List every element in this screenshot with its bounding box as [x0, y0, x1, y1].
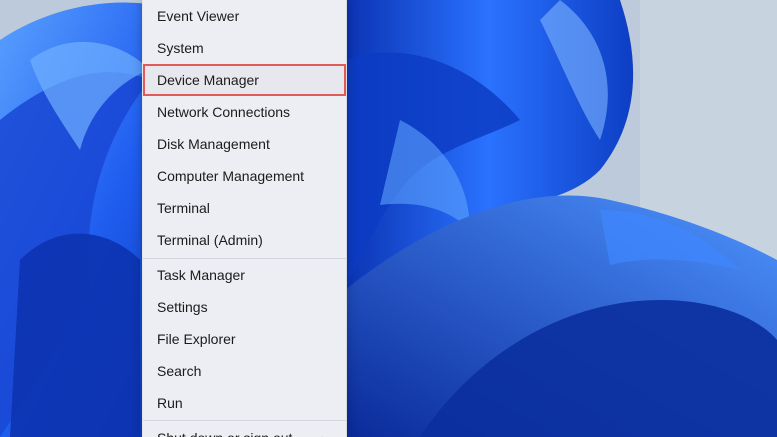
- menu-item-label: System: [157, 40, 204, 56]
- menu-item-label: Terminal: [157, 200, 210, 216]
- menu-item-settings[interactable]: Settings: [143, 291, 346, 323]
- menu-item-device-manager[interactable]: Device Manager: [143, 64, 346, 96]
- menu-item-computer-management[interactable]: Computer Management: [143, 160, 346, 192]
- menu-item-terminal[interactable]: Terminal: [143, 192, 346, 224]
- menu-item-label: Shut down or sign out: [157, 430, 292, 437]
- menu-item-event-viewer[interactable]: Event Viewer: [143, 0, 346, 32]
- menu-item-label: Terminal (Admin): [157, 232, 263, 248]
- menu-item-label: Computer Management: [157, 168, 305, 184]
- menu-item-label: Settings: [157, 299, 208, 315]
- menu-item-task-manager[interactable]: Task Manager: [143, 259, 346, 291]
- desktop-wallpaper: [0, 0, 777, 437]
- menu-item-run[interactable]: Run: [143, 387, 346, 419]
- menu-item-terminal-admin[interactable]: Terminal (Admin): [143, 224, 346, 256]
- chevron-right-icon: ›: [321, 431, 325, 437]
- menu-item-disk-management[interactable]: Disk Management: [143, 128, 346, 160]
- quick-link-menu: Event Viewer System Device Manager Network …: [142, 0, 347, 437]
- menu-item-label: Run: [157, 395, 183, 411]
- menu-item-system[interactable]: System: [143, 32, 346, 64]
- menu-item-label: Event Viewer: [157, 8, 240, 24]
- menu-item-label: Search: [157, 363, 202, 379]
- menu-item-search[interactable]: Search: [143, 355, 346, 387]
- menu-item-label: Network Connections: [157, 104, 291, 120]
- menu-item-network-connections[interactable]: Network Connections: [143, 96, 346, 128]
- menu-item-shutdown[interactable]: Shut down or sign out ›: [143, 422, 346, 437]
- menu-separator: [143, 420, 346, 421]
- menu-item-label: File Explorer: [157, 331, 236, 347]
- menu-item-label: Task Manager: [157, 267, 245, 283]
- menu-item-label: Device Manager: [157, 72, 259, 88]
- menu-item-file-explorer[interactable]: File Explorer: [143, 323, 346, 355]
- menu-item-label: Disk Management: [157, 136, 270, 152]
